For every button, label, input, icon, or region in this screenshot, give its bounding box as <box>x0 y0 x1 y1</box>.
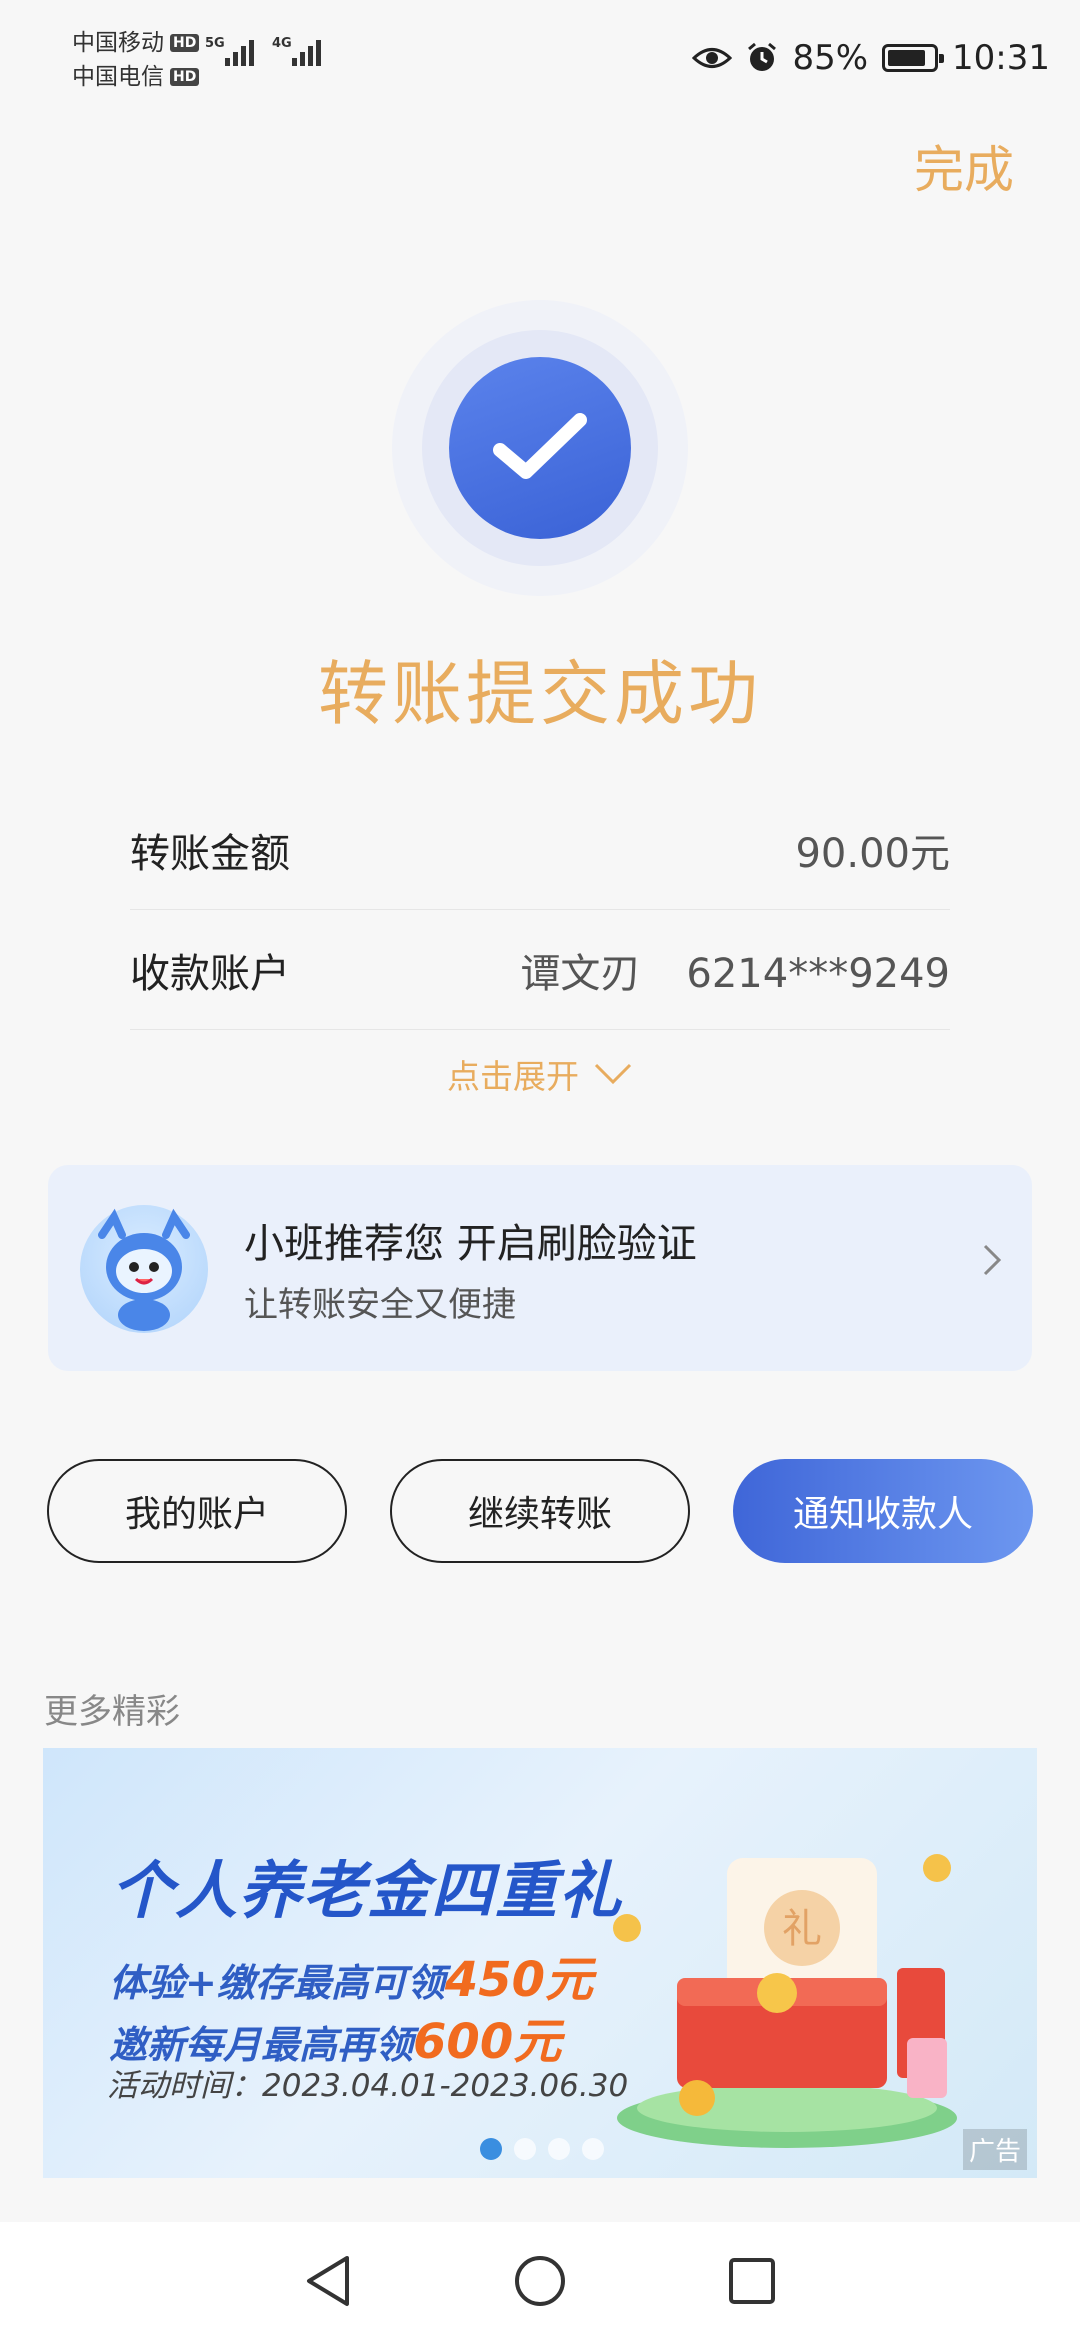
expand-details-button[interactable]: 点击展开 <box>0 1050 1080 1098</box>
expand-label: 点击展开 <box>447 1057 579 1096</box>
ad-tag: 广告 <box>962 2129 1027 2170</box>
account-label: 收款账户 <box>130 950 290 997</box>
carousel-dot[interactable] <box>514 2138 536 2160</box>
amount-label: 转账金额 <box>130 830 290 877</box>
chevron-down-icon <box>594 1063 632 1085</box>
transfer-details: 转账金额 90.00元 收款账户 谭文刃 6214***9249 <box>130 790 950 1030</box>
gift-char: 礼 <box>782 1906 822 1952</box>
back-icon[interactable] <box>303 2254 353 2308</box>
carrier-1-label: 中国移动 <box>72 30 164 56</box>
carrier-info: 中国移动 HD 中国电信 HD <box>72 26 200 94</box>
result-title: 转账提交成功 <box>318 653 762 735</box>
more-section-label: 更多精彩 <box>44 1692 180 1732</box>
continue-transfer-button[interactable]: 继续转账 <box>390 1459 690 1563</box>
battery-icon <box>882 44 945 72</box>
check-icon <box>493 413 587 479</box>
signal-indicators: 5G 4G <box>205 36 321 66</box>
my-account-button[interactable]: 我的账户 <box>47 1459 347 1563</box>
system-nav-bar <box>0 2222 1080 2340</box>
chevron-right-icon <box>983 1244 1002 1276</box>
carousel-dots <box>480 2138 604 2160</box>
banner-headline: 个人养老金四重礼 <box>111 1854 624 1927</box>
home-icon[interactable] <box>513 2254 567 2308</box>
payee-name: 谭文刃 <box>520 950 641 997</box>
alarm-icon <box>748 42 777 71</box>
promo-title: 小班推荐您 开启刷脸验证 <box>244 1221 697 1267</box>
carousel-dot[interactable] <box>548 2138 570 2160</box>
payee-account: 6214***9249 <box>686 950 950 997</box>
amount-value: 90.00元 <box>795 830 950 877</box>
promo-subtitle: 让转账安全又便捷 <box>244 1285 516 1325</box>
promo-banner[interactable]: 礼 个人养老金四重礼 体验+缴存最高可领450元 邀新每月最高再领600元 活动… <box>43 1748 1037 2178</box>
gift-box-illustration: 礼 <box>613 1854 957 2148</box>
carousel-dot[interactable] <box>480 2138 502 2160</box>
banner-date: 活动时间：2023.04.01-2023.06.30 <box>107 2068 629 2104</box>
network-type: 4G <box>272 36 292 51</box>
account-row: 收款账户 谭文刃 6214***9249 <box>130 910 950 1030</box>
signal-icon: 5G <box>205 36 254 66</box>
banner-line-1: 体验+缴存最高可领450元 <box>109 1952 594 2008</box>
hd-badge: HD <box>170 68 200 86</box>
amount-row: 转账金额 90.00元 <box>130 790 950 910</box>
mascot-avatar <box>80 1205 208 1333</box>
network-type: 5G <box>205 36 225 51</box>
carousel-dot[interactable] <box>582 2138 604 2160</box>
recent-apps-icon[interactable] <box>727 2256 777 2306</box>
status-right: 85% 10:31 <box>692 38 1050 78</box>
success-badge <box>392 300 688 596</box>
battery-percent: 85% <box>792 38 869 78</box>
status-bar: 中国移动 HD 中国电信 HD 5G 4G 85% 10:31 <box>0 0 1080 110</box>
face-verify-promo[interactable]: 小班推荐您 开启刷脸验证 让转账安全又便捷 <box>48 1165 1032 1371</box>
carrier-2-label: 中国电信 <box>72 64 164 90</box>
notify-payee-button[interactable]: 通知收款人 <box>733 1459 1033 1563</box>
clock: 10:31 <box>952 38 1050 78</box>
eye-icon <box>692 48 733 68</box>
hd-badge: HD <box>170 34 200 52</box>
done-button[interactable]: 完成 <box>914 130 1014 202</box>
account-value: 谭文刃 6214***9249 <box>520 941 950 999</box>
signal-icon: 4G <box>272 36 321 66</box>
